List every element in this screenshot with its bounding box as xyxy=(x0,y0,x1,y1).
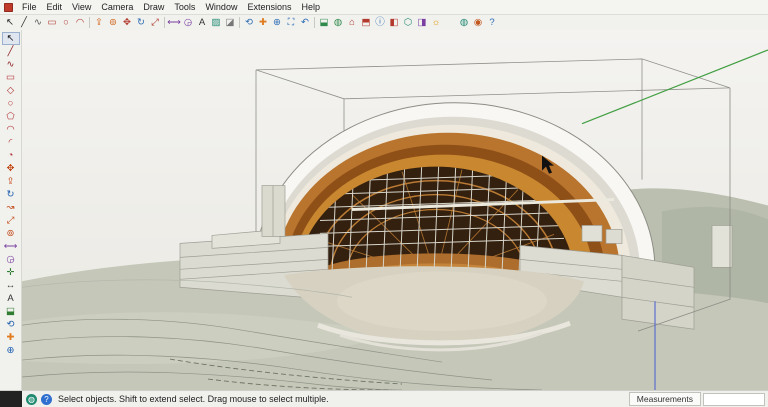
previous-view-icon[interactable]: ↶ xyxy=(298,16,312,29)
tape-measure-icon[interactable]: ⟷ xyxy=(167,16,181,29)
status-dark-panel xyxy=(0,391,22,407)
rotate-icon[interactable]: ↻ xyxy=(134,16,148,29)
add-location-icon[interactable]: ◍ xyxy=(331,16,345,29)
geolocation-icon[interactable]: ◍ xyxy=(457,16,471,29)
move-icon[interactable]: ✥ xyxy=(120,16,134,29)
rotated-rectangle-tool-icon[interactable]: ◇ xyxy=(2,84,20,97)
offset-tool-icon[interactable]: ⊚ xyxy=(2,227,20,240)
rectangle-tool-icon[interactable]: ▭ xyxy=(2,71,20,84)
select-icon[interactable]: ↖ xyxy=(3,16,17,29)
protractor-tool-icon[interactable]: ◶ xyxy=(2,253,20,266)
3d-warehouse-icon[interactable]: ⌂ xyxy=(345,16,359,29)
menu-camera[interactable]: Camera xyxy=(96,1,138,13)
select-tool-icon[interactable]: ↖ xyxy=(1,32,20,45)
push-pull-icon[interactable]: ⇪ xyxy=(92,16,106,29)
eraser-icon[interactable]: ◪ xyxy=(223,16,237,29)
menu-edit[interactable]: Edit xyxy=(42,1,68,13)
shadows-icon[interactable]: ☼ xyxy=(429,16,443,29)
toolbar-separator xyxy=(239,17,240,28)
geolocation-status-icon[interactable]: ◍ xyxy=(26,393,37,405)
status-bar: ◍? Select objects. Shift to extend selec… xyxy=(0,390,768,407)
paint-bucket-icon[interactable]: ▨ xyxy=(209,16,223,29)
menu-help[interactable]: Help xyxy=(296,1,325,13)
push-pull-tool-icon[interactable]: ⇪ xyxy=(2,175,20,188)
model-scene xyxy=(22,30,768,390)
orbit-icon[interactable]: ⟲ xyxy=(242,16,256,29)
left-toolbar: ↖ ╱ ∿ ▭ ◇ ○ ⬠ ◠ ◜ ◔ ✥ ⇪ ↻ ↝ ⤢ ⊚ ⟷ ◶ ✛ ↔ A ⬓ ⟲ ✚ ⊕ xyxy=(0,30,22,390)
model-info-icon[interactable]: ⓘ xyxy=(373,16,387,29)
menu-extensions[interactable]: Extensions xyxy=(242,1,296,13)
rectangle-icon[interactable]: ▭ xyxy=(45,16,59,29)
toolbar-separator xyxy=(164,17,165,28)
top-toolbar: ↖ ╱ ∿ ▭ ○ ◠ ⇪ ⊚ ✥ ↻ ⤢ ⟷ ◶ A ▨ ◪ ⟲ ✚ ⊕ ⛶ ↶ ⬓ ◍ ⌂ ⬒ ⓘ ◧ ⬡ ◨ ☼ ◍ ◉? xyxy=(0,15,768,31)
toolbar-gap xyxy=(443,22,457,23)
section-plane-icon[interactable]: ⬓ xyxy=(317,16,331,29)
polygon-tool-icon[interactable]: ⬠ xyxy=(2,110,20,123)
zoom-extents-icon[interactable]: ⛶ xyxy=(284,16,298,29)
two-point-arc-tool-icon[interactable]: ◜ xyxy=(2,136,20,149)
pan-tool-icon[interactable]: ✚ xyxy=(2,331,20,344)
section-plane-tool-icon[interactable]: ⬓ xyxy=(2,305,20,318)
pie-tool-icon[interactable]: ◔ xyxy=(2,149,20,162)
line-tool-icon[interactable]: ╱ xyxy=(2,45,20,58)
extension-warehouse-icon[interactable]: ⬒ xyxy=(359,16,373,29)
circle-icon[interactable]: ○ xyxy=(59,16,73,29)
menu-view[interactable]: View xyxy=(67,1,96,13)
circle-tool-icon[interactable]: ○ xyxy=(2,97,20,110)
scale-tool-icon[interactable]: ⤢ xyxy=(2,214,20,227)
measurements-input[interactable] xyxy=(703,392,765,406)
zoom-icon[interactable]: ⊕ xyxy=(270,16,284,29)
styles-icon[interactable]: ◨ xyxy=(415,16,429,29)
zoom-tool-icon[interactable]: ⊕ xyxy=(2,344,20,357)
app-icon xyxy=(4,2,13,12)
protractor-icon[interactable]: ◶ xyxy=(181,16,195,29)
claim-credit-icon[interactable]: ? xyxy=(41,393,52,405)
scale-icon[interactable]: ⤢ xyxy=(148,16,162,29)
dimension-tool-icon[interactable]: ↔ xyxy=(2,279,20,292)
status-icons: ◍? xyxy=(22,393,52,405)
orbit-tool-icon[interactable]: ⟲ xyxy=(2,318,20,331)
axes-tool-icon[interactable]: ✛ xyxy=(2,266,20,279)
materials-icon[interactable]: ◧ xyxy=(387,16,401,29)
move-tool-icon[interactable]: ✥ xyxy=(2,162,20,175)
text-tool-icon[interactable]: A xyxy=(2,292,20,305)
menu-file[interactable]: File xyxy=(17,1,42,13)
menu-bar-items: File Edit View Camera Draw Tools Window Extensi… xyxy=(17,1,325,13)
menu-draw[interactable]: Draw xyxy=(138,1,169,13)
arc-tool-icon[interactable]: ◠ xyxy=(2,123,20,136)
freehand-tool-icon[interactable]: ∿ xyxy=(2,58,20,71)
rotate-tool-icon[interactable]: ↻ xyxy=(2,188,20,201)
line-icon[interactable]: ╱ xyxy=(17,16,31,29)
arc-icon[interactable]: ◠ xyxy=(73,16,87,29)
help-icon[interactable]: ? xyxy=(485,16,499,29)
toolbar-separator xyxy=(89,17,90,28)
menu-tools[interactable]: Tools xyxy=(169,1,200,13)
components-icon[interactable]: ⬡ xyxy=(401,16,415,29)
menu-bar: File Edit View Camera Draw Tools Window Extensi… xyxy=(0,0,768,15)
measurements-label: Measurements xyxy=(628,392,701,406)
3d-viewport[interactable] xyxy=(22,30,768,390)
user-icon[interactable]: ◉ xyxy=(471,16,485,29)
toolbar-separator xyxy=(314,17,315,28)
menu-window[interactable]: Window xyxy=(200,1,242,13)
offset-icon[interactable]: ⊚ xyxy=(106,16,120,29)
pan-icon[interactable]: ✚ xyxy=(256,16,270,29)
status-hint: Select objects. Shift to extend select. … xyxy=(58,394,329,404)
text-icon[interactable]: A xyxy=(195,16,209,29)
tape-measure-tool-icon[interactable]: ⟷ xyxy=(2,240,20,253)
freehand-icon[interactable]: ∿ xyxy=(31,16,45,29)
follow-me-tool-icon[interactable]: ↝ xyxy=(2,201,20,214)
